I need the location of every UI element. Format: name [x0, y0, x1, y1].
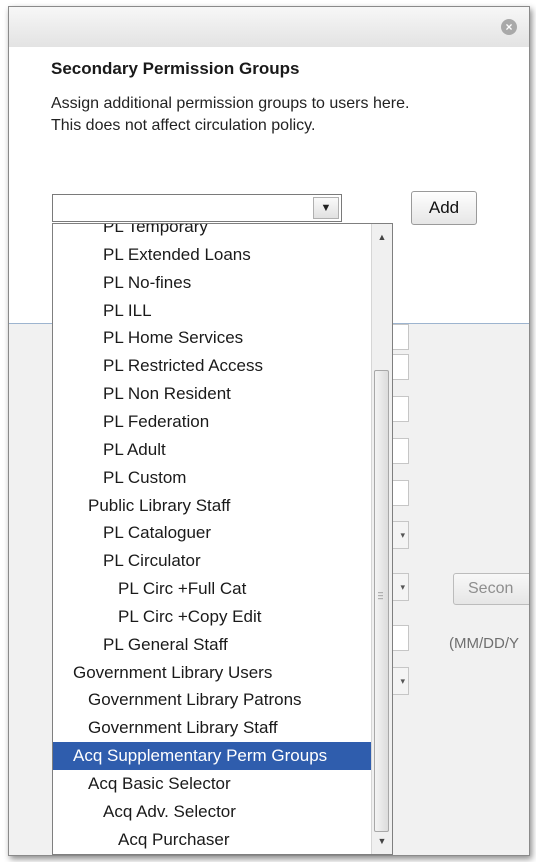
dialog-window: × ▾ ▾ ▾ Secon (MM/DD/Y Secondary Permiss…: [8, 6, 530, 856]
dropdown-option[interactable]: Government Library Patrons: [53, 686, 371, 714]
description-line-2: This does not affect circulation policy.: [51, 117, 316, 134]
description-line-1: Assign additional permission groups to u…: [51, 95, 410, 112]
dropdown-option[interactable]: PL Restricted Access: [53, 352, 371, 380]
secondary-groups-button[interactable]: Secon: [453, 573, 529, 605]
dropdown-option[interactable]: PL Temporary: [53, 224, 371, 241]
dropdown-option[interactable]: Acq Purchaser: [53, 826, 371, 854]
scroll-up-arrow-icon[interactable]: ▲: [372, 228, 392, 246]
scroll-down-arrow-icon[interactable]: ▼: [372, 832, 392, 850]
dropdown-option[interactable]: PL Circ +Full Cat: [53, 575, 371, 603]
permission-group-dropdown-list[interactable]: PL Temporary PL Extended Loans PL No-fines…: [52, 223, 393, 855]
grip-icon: – – –: [378, 587, 384, 603]
dropdown-option[interactable]: Acq Adv. Selector: [53, 798, 371, 826]
dropdown-scrollbar[interactable]: ▲ – – – ▼: [371, 224, 392, 854]
panel-description: Assign additional permission groups to u…: [51, 93, 511, 137]
dropdown-option[interactable]: PL Circ +Copy Edit: [53, 603, 371, 631]
dropdown-option[interactable]: Government Library Staff: [53, 714, 371, 742]
dropdown-option[interactable]: PL ILL: [53, 297, 371, 325]
dropdown-option[interactable]: PL No-fines: [53, 269, 371, 297]
dropdown-option[interactable]: PL Home Services: [53, 324, 371, 352]
dropdown-option[interactable]: PL Extended Loans: [53, 241, 371, 269]
dropdown-option[interactable]: Public Library Staff: [53, 492, 371, 520]
dropdown-option[interactable]: PL Federation: [53, 408, 371, 436]
dropdown-option[interactable]: Acq Basic Selector: [53, 770, 371, 798]
dropdown-option[interactable]: Government Library Users: [53, 659, 371, 687]
dialog-titlebar: ×: [9, 7, 529, 48]
scroll-thumb[interactable]: – – –: [374, 370, 389, 832]
chevron-down-icon[interactable]: ▼: [313, 197, 339, 219]
dropdown-option[interactable]: PL Cataloguer: [53, 519, 371, 547]
date-format-hint: (MM/DD/Y: [449, 635, 519, 652]
dropdown-option[interactable]: PL Custom: [53, 464, 371, 492]
dropdown-option[interactable]: PL General Staff: [53, 631, 371, 659]
dropdown-option[interactable]: Acq Supplementary Perm Groups: [53, 742, 371, 771]
dropdown-option[interactable]: PL Adult: [53, 436, 371, 464]
close-icon[interactable]: ×: [501, 19, 517, 35]
dropdown-option[interactable]: PL Circulator: [53, 547, 371, 575]
permission-group-select[interactable]: ▼: [52, 194, 342, 222]
dropdown-option[interactable]: PL Non Resident: [53, 380, 371, 408]
add-button[interactable]: Add: [411, 191, 477, 225]
panel-heading: Secondary Permission Groups: [51, 59, 300, 78]
